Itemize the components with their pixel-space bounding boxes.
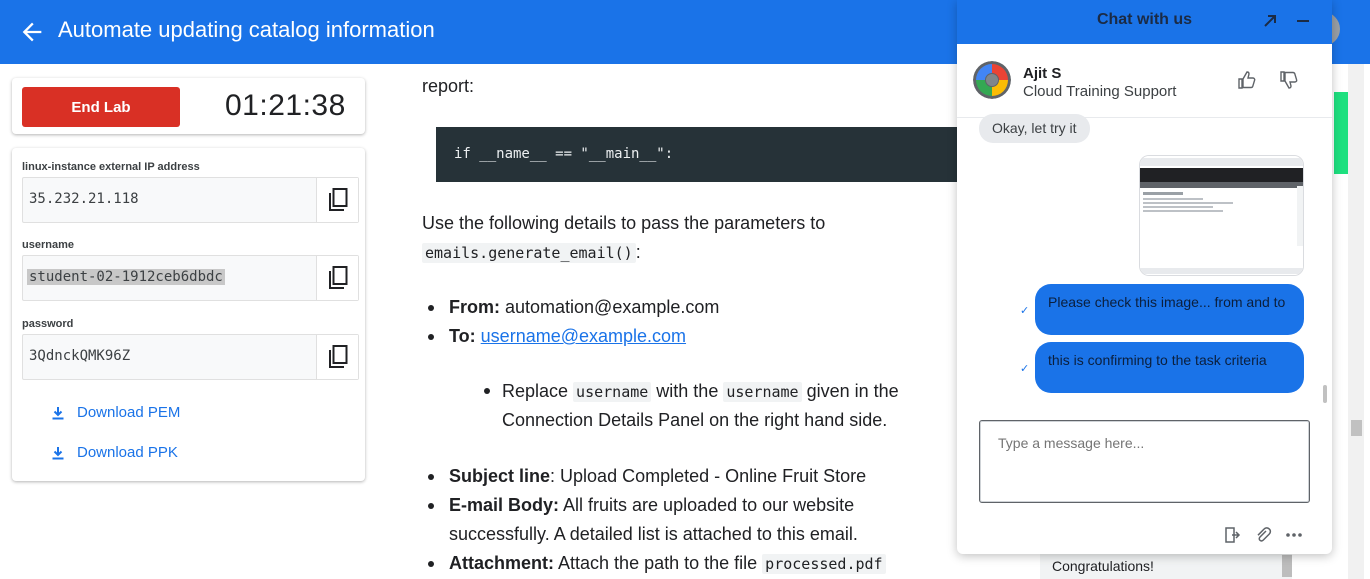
thumbs-down-icon[interactable] — [1279, 70, 1299, 90]
copy-icon — [329, 345, 348, 368]
chat-scrollbar[interactable] — [1323, 385, 1327, 403]
from-item: From: automation@example.com — [449, 293, 719, 322]
code-block: if __name__ == "__main__": — [436, 127, 957, 182]
bullet — [428, 334, 434, 340]
chat-agent-info: Ajit S Cloud Training Support — [957, 44, 1332, 118]
intro-text: Use the following details to pass the pa… — [422, 213, 826, 233]
bullet — [484, 388, 490, 394]
page-title: Automate updating catalog information — [58, 17, 435, 42]
ip-field: 35.232.21.118 — [22, 177, 359, 223]
body-line-2: successfully. A detailed list is attache… — [449, 524, 858, 544]
agent-avatar — [973, 61, 1011, 99]
download-pem-link[interactable]: Download PEM — [50, 404, 180, 421]
attachment-icon[interactable] — [1254, 526, 1272, 544]
report-text: report: — [422, 76, 475, 96]
lab-panel: End Lab 01:21:38 linux-instance external… — [0, 64, 380, 579]
intro-tail: : — [635, 242, 641, 262]
password-field: 3QdnckQMK96Z — [22, 334, 359, 380]
username-label: username — [22, 239, 74, 251]
progress-tab — [1334, 92, 1348, 174]
chat-header: Chat with us — [957, 0, 1332, 44]
thumbs-up-icon[interactable] — [1237, 70, 1257, 90]
agent-name: Ajit S — [1023, 65, 1062, 82]
end-chat-icon[interactable] — [1223, 526, 1241, 544]
to-item: To: username@example.com — [449, 322, 686, 351]
body-item: E-mail Body: All fruits are uploaded to … — [449, 491, 854, 520]
body-value: All fruits are uploaded to our website — [559, 495, 855, 515]
agent-role: Cloud Training Support — [1023, 83, 1177, 100]
page-scrollbar[interactable] — [1348, 64, 1364, 579]
subject-item: Subject line: Upload Completed - Online … — [449, 462, 866, 491]
from-label: From: — [449, 297, 500, 317]
download-pem-label: Download PEM — [77, 404, 181, 421]
bullet — [428, 305, 434, 311]
ip-value[interactable]: 35.232.21.118 — [29, 191, 139, 207]
attachment-label: Attachment: — [449, 553, 555, 573]
password-label: password — [22, 318, 74, 330]
congratulations-text: Congratulations! — [1052, 558, 1154, 574]
from-value: automation@example.com — [500, 297, 720, 317]
generate-email-code: emails.generate_email() — [422, 243, 636, 263]
replace-line-2: Connection Details Panel on the right ha… — [502, 410, 888, 430]
chat-message-user: this is confirming to the task criteria — [1035, 342, 1304, 393]
panel-scrollbar[interactable] — [1282, 555, 1292, 577]
chat-message-agent: Okay, let try it — [979, 114, 1090, 143]
chat-widget: Chat with us Ajit S Cloud Training Suppo… — [957, 0, 1332, 554]
processed-pdf-code: processed.pdf — [762, 554, 886, 574]
replace-pre: Replace — [502, 381, 574, 401]
username-value[interactable]: student-02-1912ceb6dbdc — [27, 269, 225, 285]
connection-details-card: linux-instance external IP address 35.23… — [12, 148, 365, 481]
sent-check-icon: ✓ — [1020, 363, 1030, 375]
download-ppk-link[interactable]: Download PPK — [50, 444, 178, 461]
to-label: To: — [449, 326, 476, 346]
bullet — [428, 474, 434, 480]
attachment-item: Attachment: Attach the path to the file … — [449, 549, 886, 579]
username-code: username — [723, 382, 802, 402]
intro-code-line: emails.generate_email(): — [422, 238, 641, 268]
attachment-value: Attach the path to the file — [554, 553, 763, 573]
screenshot-thumbnail — [1140, 156, 1303, 275]
sent-check-icon: ✓ — [1020, 305, 1030, 317]
minimize-icon[interactable] — [1293, 11, 1313, 31]
chat-image-attachment[interactable] — [1139, 155, 1304, 276]
download-ppk-label: Download PPK — [77, 444, 178, 461]
bullet — [428, 503, 434, 509]
lab-instructions: report: if __name__ == "__main__": Use t… — [380, 64, 957, 579]
chat-message-user: Please check this image... from and to — [1035, 284, 1304, 335]
copy-icon — [329, 188, 348, 211]
download-icon — [52, 407, 64, 420]
chat-message-input[interactable] — [979, 420, 1310, 503]
ip-label: linux-instance external IP address — [22, 161, 200, 173]
more-options-icon[interactable] — [1285, 526, 1303, 544]
back-arrow-icon[interactable] — [18, 18, 46, 46]
popout-icon[interactable] — [1260, 11, 1280, 31]
copy-username-button[interactable] — [316, 256, 358, 300]
download-icon — [52, 447, 64, 460]
copy-ip-button[interactable] — [316, 178, 358, 222]
scrollbar-thumb[interactable] — [1351, 420, 1362, 436]
replace-post: given in the — [801, 381, 899, 401]
subject-label: Subject line — [449, 466, 551, 486]
body-label: E-mail Body: — [449, 495, 560, 515]
code-line: if __name__ == "__main__": — [454, 146, 674, 162]
lab-timer: 01:21:38 — [225, 89, 346, 122]
bullet — [428, 561, 434, 567]
lab-timer-card: End Lab 01:21:38 — [12, 78, 365, 134]
username-code: username — [573, 382, 652, 402]
end-lab-button[interactable]: End Lab — [22, 87, 180, 127]
subject-value: : Upload Completed - Online Fruit Store — [550, 466, 867, 486]
copy-icon — [329, 266, 348, 289]
to-email-link[interactable]: username@example.com — [481, 326, 686, 346]
replace-item: Replace username with the username given… — [502, 377, 899, 407]
password-value[interactable]: 3QdnckQMK96Z — [29, 348, 130, 364]
username-field: student-02-1912ceb6dbdc — [22, 255, 359, 301]
replace-mid: with the — [651, 381, 724, 401]
copy-password-button[interactable] — [316, 335, 358, 379]
